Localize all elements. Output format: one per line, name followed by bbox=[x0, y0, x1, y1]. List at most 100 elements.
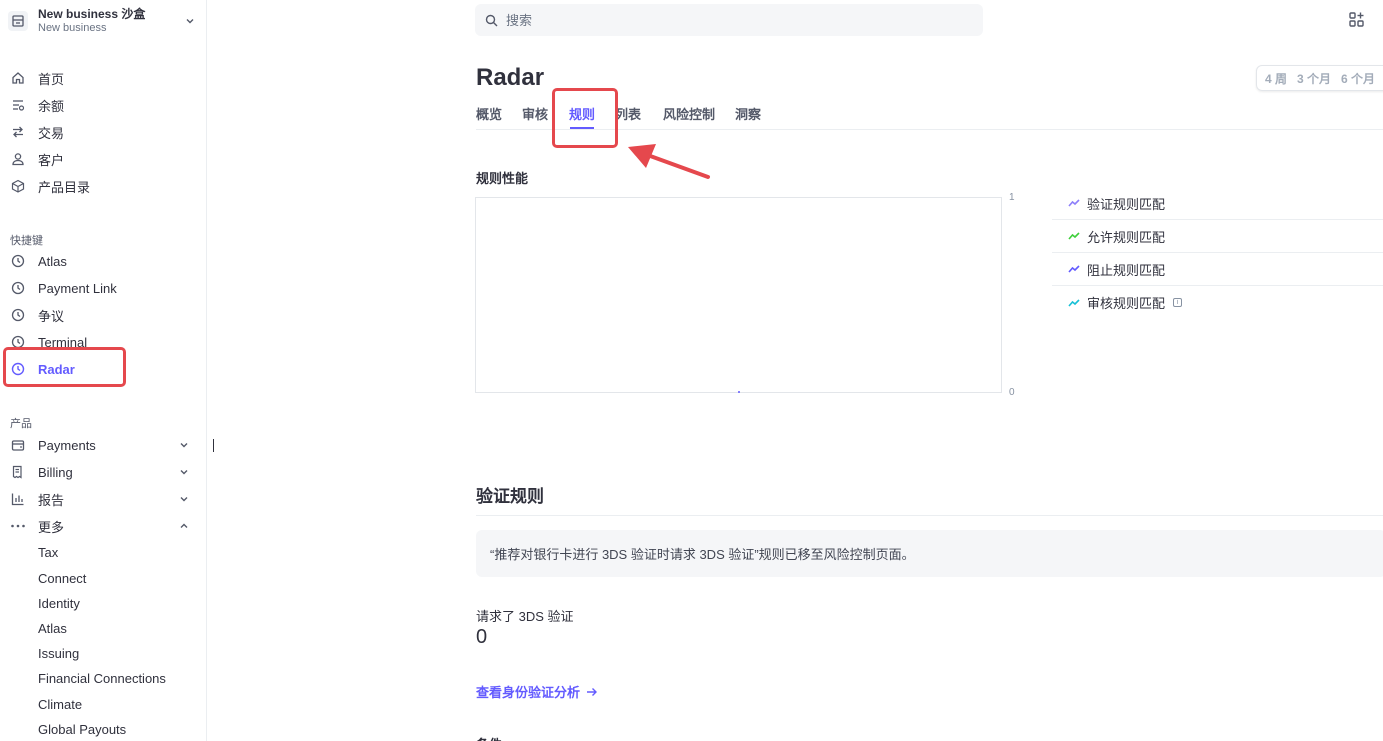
sidebar: New business 沙盒 New business 首页 余额 交易 客户… bbox=[0, 0, 207, 741]
more-item-tax[interactable]: Tax bbox=[38, 545, 58, 560]
shortcut-item-payment-link[interactable]: Payment Link bbox=[10, 277, 190, 299]
clock-icon bbox=[10, 280, 26, 296]
receipt-icon bbox=[10, 464, 26, 480]
home-icon bbox=[10, 70, 26, 86]
arrow-right-icon bbox=[587, 687, 598, 696]
chevron-up-icon bbox=[180, 523, 188, 528]
account-name: New business 沙盒 bbox=[38, 7, 146, 21]
view-auth-analytics-link[interactable]: 查看身份验证分析 bbox=[476, 682, 598, 701]
person-icon bbox=[10, 151, 26, 167]
more-dots-icon bbox=[10, 518, 26, 534]
chart-legend: 验证规则匹配 允许规则匹配 阻止规则匹配 审核规则匹配 i bbox=[1052, 187, 1383, 319]
3ds-requested-label: 请求了 3DS 验证 bbox=[476, 609, 574, 624]
account-switcher[interactable]: New business 沙盒 New business bbox=[8, 5, 196, 37]
more-item-identity[interactable]: Identity bbox=[38, 596, 80, 611]
store-icon bbox=[8, 11, 28, 31]
more-item-financial-connections[interactable]: Financial Connections bbox=[38, 671, 166, 686]
search-bar[interactable] bbox=[475, 4, 983, 36]
wallet-icon bbox=[10, 437, 26, 453]
clock-icon bbox=[10, 253, 26, 269]
shortcut-item-disputes[interactable]: 争议 bbox=[10, 304, 190, 326]
notice-banner: “推荐对银行卡进行 3DS 验证时请求 3DS 验证”规则已移至风险控制页面。 bbox=[476, 530, 1383, 577]
product-label: 更多 bbox=[38, 519, 65, 535]
annotation-arrow-icon bbox=[628, 144, 710, 179]
tab-review[interactable]: 审核 bbox=[522, 104, 548, 123]
product-item-billing[interactable]: Billing bbox=[10, 461, 190, 483]
account-sub: New business bbox=[38, 22, 107, 34]
tab-lists[interactable]: 列表 bbox=[615, 104, 641, 123]
y-axis-max: 1 bbox=[1009, 192, 1015, 203]
range-option-4-weeks[interactable]: 4 周 bbox=[1265, 70, 1287, 87]
product-item-more[interactable]: 更多 bbox=[10, 515, 190, 537]
product-label: Payments bbox=[38, 437, 96, 453]
range-option-6-months[interactable]: 6 个月 bbox=[1341, 70, 1375, 87]
nav-item-home[interactable]: 首页 bbox=[10, 67, 190, 89]
shortcuts-title: 快捷键 bbox=[10, 235, 43, 247]
legend-item-block[interactable]: 阻止规则匹配 bbox=[1052, 253, 1383, 286]
rule-performance-chart bbox=[475, 197, 1002, 393]
nav-item-product-catalog[interactable]: 产品目录 bbox=[10, 175, 190, 197]
3ds-requested-value: 0 bbox=[476, 626, 488, 648]
page-title: Radar bbox=[476, 64, 545, 91]
range-option-3-months[interactable]: 3 个月 bbox=[1297, 70, 1331, 87]
chart-data-point bbox=[738, 391, 740, 393]
balance-icon bbox=[10, 97, 26, 113]
trend-line-icon bbox=[1068, 199, 1080, 207]
more-item-climate[interactable]: Climate bbox=[38, 697, 82, 712]
nav-item-transactions[interactable]: 交易 bbox=[10, 121, 190, 143]
radar-highlight-box bbox=[3, 347, 126, 387]
shortcut-label: 争议 bbox=[38, 308, 65, 324]
product-item-payments[interactable]: Payments bbox=[10, 434, 190, 456]
nav-label: 首页 bbox=[38, 71, 65, 87]
more-item-atlas[interactable]: Atlas bbox=[38, 621, 67, 636]
products-title: 产品 bbox=[10, 418, 32, 430]
nav-label: 产品目录 bbox=[38, 179, 91, 195]
date-range-selector[interactable]: 4 周 3 个月 6 个月 bbox=[1256, 65, 1383, 91]
legend-label: 允许规则匹配 bbox=[1087, 229, 1166, 245]
search-input[interactable] bbox=[506, 12, 946, 28]
section-divider bbox=[476, 515, 1383, 516]
y-axis-min: 0 bbox=[1009, 387, 1015, 398]
shortcut-item-atlas[interactable]: Atlas bbox=[10, 250, 190, 272]
chevron-down-icon bbox=[186, 19, 194, 24]
nav-item-balance[interactable]: 余额 bbox=[10, 94, 190, 116]
nav-label: 交易 bbox=[38, 125, 65, 141]
chevron-down-icon bbox=[180, 470, 188, 475]
apps-add-icon[interactable] bbox=[1348, 11, 1366, 29]
trend-line-icon bbox=[1068, 265, 1080, 273]
trend-line-icon bbox=[1068, 298, 1080, 307]
rule-performance-title: 规则性能 bbox=[476, 171, 529, 186]
info-icon[interactable]: i bbox=[1173, 298, 1183, 307]
chevron-down-icon bbox=[180, 497, 188, 502]
more-item-connect[interactable]: Connect bbox=[38, 571, 86, 586]
nav-label: 余额 bbox=[38, 98, 65, 114]
legend-item-verify[interactable]: 验证规则匹配 bbox=[1052, 187, 1383, 220]
tab-insights[interactable]: 洞察 bbox=[735, 104, 761, 123]
bar-chart-icon bbox=[10, 491, 26, 507]
shortcut-label: Payment Link bbox=[38, 280, 117, 296]
nav-label: 客户 bbox=[38, 152, 65, 168]
legend-item-allow[interactable]: 允许规则匹配 bbox=[1052, 220, 1383, 253]
clock-icon bbox=[10, 307, 26, 323]
trend-line-icon bbox=[1068, 232, 1080, 240]
verification-rules-title: 验证规则 bbox=[476, 487, 544, 506]
shortcut-label: Atlas bbox=[38, 253, 67, 269]
box-icon bbox=[10, 178, 26, 194]
link-label: 查看身份验证分析 bbox=[476, 685, 581, 700]
legend-label: 阻止规则匹配 bbox=[1087, 262, 1166, 278]
product-item-reports[interactable]: 报告 bbox=[10, 488, 190, 510]
transfer-icon bbox=[10, 124, 26, 140]
resize-handle[interactable] bbox=[213, 439, 214, 452]
nav-item-customers[interactable]: 客户 bbox=[10, 148, 190, 170]
product-label: 报告 bbox=[38, 492, 65, 508]
chevron-down-icon bbox=[180, 443, 188, 448]
rules-tab-highlight-box bbox=[552, 88, 618, 148]
more-item-issuing[interactable]: Issuing bbox=[38, 646, 79, 661]
legend-label: 验证规则匹配 bbox=[1087, 196, 1166, 212]
product-label: Billing bbox=[38, 464, 73, 480]
tab-risk-controls[interactable]: 风险控制 bbox=[663, 104, 715, 123]
conditions-heading-partial: 条件 bbox=[476, 734, 502, 741]
tab-overview[interactable]: 概览 bbox=[476, 104, 502, 123]
more-item-global-payouts[interactable]: Global Payouts bbox=[38, 722, 126, 737]
legend-item-review[interactable]: 审核规则匹配 i bbox=[1052, 286, 1383, 319]
